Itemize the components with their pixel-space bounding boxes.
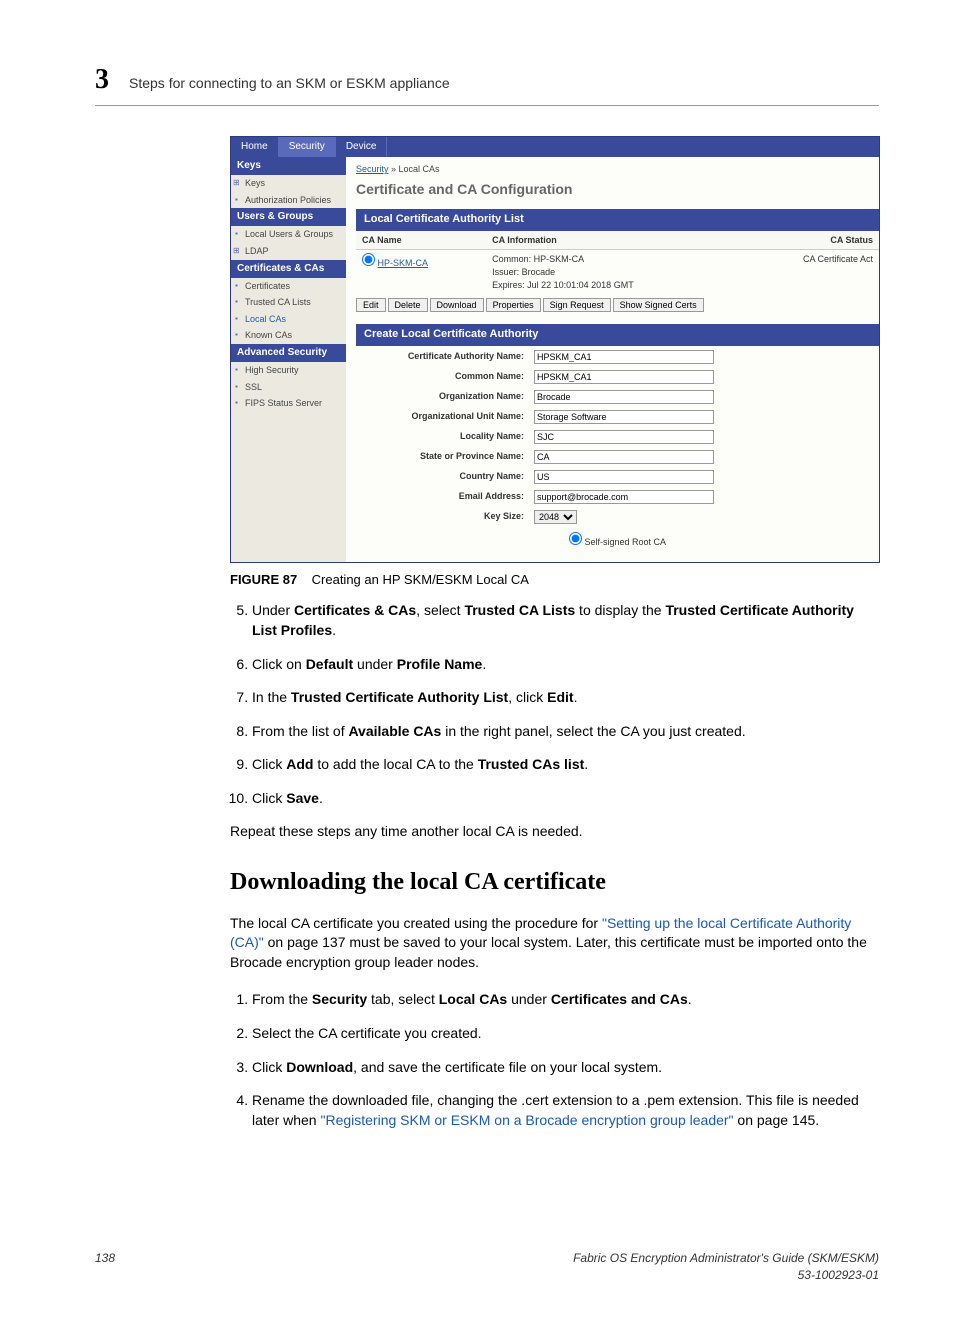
page-footer: 138 Fabric OS Encryption Administrator's… [95,1250,879,1284]
side-item-certs[interactable]: Certificates [231,278,346,295]
panel-head-list: Local Certificate Authority List [356,209,879,230]
step-item: Click Save. [252,789,879,809]
show-signed-button[interactable]: Show Signed Certs [613,298,704,312]
step-item: Rename the downloaded file, changing the… [252,1091,879,1130]
section-heading: Downloading the local CA certificate [230,866,879,900]
button-row: Edit Delete Download Properties Sign Req… [356,298,879,312]
properties-button[interactable]: Properties [486,298,541,312]
tab-security[interactable]: Security [279,137,336,157]
row-radio[interactable] [362,253,375,266]
input-state[interactable] [534,450,714,464]
intro-para: The local CA certificate you created usi… [230,914,879,973]
sign-request-button[interactable]: Sign Request [543,298,611,312]
download-button[interactable]: Download [430,298,484,312]
side-item-keys[interactable]: Keys [231,175,346,192]
ca-status: CA Certificate Act [742,250,879,294]
figure-87: Home Security Device Keys Keys Authoriza… [230,136,879,589]
tab-home[interactable]: Home [231,137,279,157]
panel-head-create: Create Local Certificate Authority [356,324,879,345]
label-org-unit: Organizational Unit Name: [358,408,528,426]
side-head-users: Users & Groups [231,208,346,226]
side-item-ldap[interactable]: LDAP [231,243,346,260]
side-item-ssl[interactable]: SSL [231,379,346,396]
crumb-security[interactable]: Security [356,164,389,174]
app-tab-bar: Home Security Device [231,137,879,157]
side-item-local-users[interactable]: Local Users & Groups [231,226,346,243]
side-item-fips[interactable]: FIPS Status Server [231,395,346,412]
self-signed-label: Self-signed Root CA [584,537,666,547]
step-item: Click Add to add the local CA to the Tru… [252,755,879,775]
figure-caption: FIGURE 87 Creating an HP SKM/ESKM Local … [230,571,879,589]
side-head-adv: Advanced Security [231,344,346,362]
step-item: Under Certificates & CAs, select Trusted… [252,601,879,640]
label-locality: Locality Name: [358,428,528,446]
app-main: Security » Local CAs Certificate and CA … [346,157,879,562]
repeat-note: Repeat these steps any time another loca… [230,822,879,842]
page-title: Certificate and CA Configuration [356,180,879,200]
th-ca-info: CA Information [486,231,742,250]
side-head-certs: Certificates & CAs [231,260,346,278]
self-signed-radio[interactable] [569,532,582,545]
side-item-trusted-ca[interactable]: Trusted CA Lists [231,294,346,311]
steps-list-1: Under Certificates & CAs, select Trusted… [230,601,879,808]
step-item: Click Download, and save the certificate… [252,1058,879,1078]
input-common-name[interactable] [534,370,714,384]
ca-name-link[interactable]: HP-SKM-CA [378,258,429,268]
steps-list-2: From the Security tab, select Local CAs … [230,990,879,1130]
step-item: In the Trusted Certificate Authority Lis… [252,688,879,708]
doc-number: 53-1002923-01 [798,1268,879,1282]
chapter-title: Steps for connecting to an SKM or ESKM a… [129,74,450,94]
step-item: Select the CA certificate you created. [252,1024,879,1044]
input-org-name[interactable] [534,390,714,404]
edit-button[interactable]: Edit [356,298,386,312]
step-item: Click on Default under Profile Name. [252,655,879,675]
breadcrumb: Security » Local CAs [356,163,879,176]
radio-row: Self-signed Root CA [356,528,879,553]
tab-device[interactable]: Device [336,137,388,157]
label-country: Country Name: [358,468,528,486]
input-ca-name[interactable] [534,350,714,364]
side-item-known-cas[interactable]: Known CAs [231,327,346,344]
step-item: From the list of Available CAs in the ri… [252,722,879,742]
ca-list-table: CA Name CA Information CA Status HP-SKM-… [356,231,879,294]
table-row[interactable]: HP-SKM-CA Common: HP-SKM-CA Issuer: Broc… [356,250,879,294]
ca-info-common: Common: HP-SKM-CA [492,253,736,266]
side-item-auth-policies[interactable]: Authorization Policies [231,192,346,209]
input-email[interactable] [534,490,714,504]
label-state: State or Province Name: [358,448,528,466]
label-org-name: Organization Name: [358,388,528,406]
label-email: Email Address: [358,488,528,506]
label-key-size: Key Size: [358,508,528,526]
select-key-size[interactable]: 2048 [534,510,577,524]
chapter-number: 3 [95,60,109,99]
side-item-local-cas[interactable]: Local CAs [231,311,346,328]
label-common-name: Common Name: [358,368,528,386]
label-ca-name: Certificate Authority Name: [358,348,528,366]
ca-info-expires: Expires: Jul 22 10:01:04 2018 GMT [492,279,736,292]
input-org-unit[interactable] [534,410,714,424]
side-item-high-sec[interactable]: High Security [231,362,346,379]
sidebar: Keys Keys Authorization Policies Users &… [231,157,346,562]
page-header: 3 Steps for connecting to an SKM or ESKM… [95,60,879,106]
side-head-keys: Keys [231,157,346,175]
th-ca-status: CA Status [742,231,879,250]
th-ca-name: CA Name [356,231,486,250]
input-locality[interactable] [534,430,714,444]
ca-info-issuer: Issuer: Brocade [492,266,736,279]
delete-button[interactable]: Delete [388,298,428,312]
step-item: From the Security tab, select Local CAs … [252,990,879,1010]
input-country[interactable] [534,470,714,484]
page-number: 138 [95,1250,115,1284]
create-ca-form: Certificate Authority Name: Common Name:… [356,346,720,528]
app-window: Home Security Device Keys Keys Authoriza… [230,136,880,563]
doc-title: Fabric OS Encryption Administrator's Gui… [573,1251,879,1265]
